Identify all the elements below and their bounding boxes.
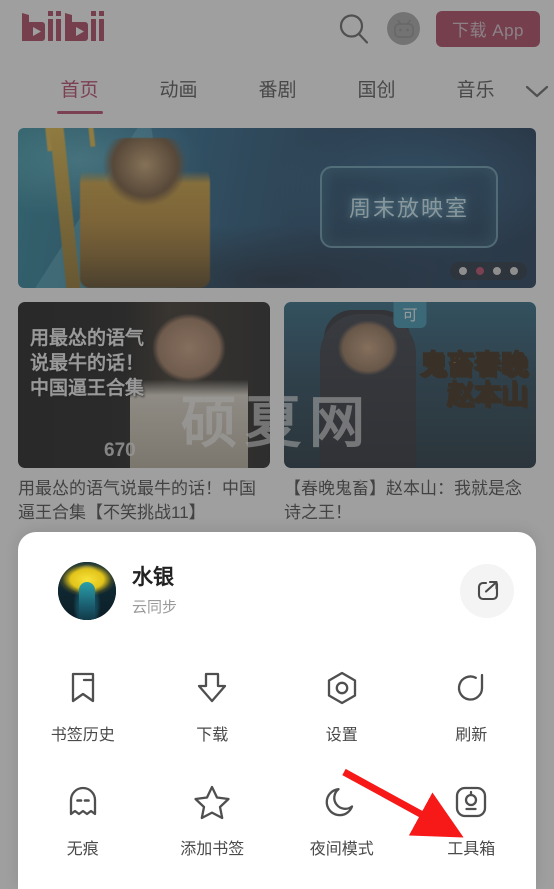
menu-item-label: 设置	[325, 727, 358, 744]
menu-item-label: 夜间模式	[309, 841, 374, 858]
refresh-icon	[452, 669, 490, 707]
menu-item-night-mode[interactable]: 夜间模式	[277, 764, 407, 878]
menu-item-incognito[interactable]: 无痕	[18, 764, 148, 878]
menu-item-add-bookmark[interactable]: 添加书签	[148, 764, 278, 878]
profile-row[interactable]: 水银 云同步	[18, 532, 536, 650]
avatar-image-figure	[79, 581, 95, 620]
menu-item-label: 添加书签	[180, 841, 245, 858]
menu-item-label: 工具箱	[447, 841, 496, 858]
menu-item-toolbox[interactable]: 工具箱	[407, 764, 537, 878]
menu-grid: 书签历史 下载 设置 刷新 无痕 添加书签 夜间模式 工具箱	[18, 650, 536, 878]
menu-item-label: 无痕	[66, 841, 99, 858]
menu-item-label: 书签历史	[50, 727, 115, 744]
bookmark-icon	[64, 669, 102, 707]
share-external-link-icon[interactable]	[460, 564, 514, 618]
menu-item-label: 下载	[196, 727, 229, 744]
browser-menu-sheet: 水银 云同步 书签历史 下载 设置 刷新 无痕 添加书签 夜间模式 工具箱	[18, 532, 536, 889]
profile-text: 水银 云同步	[132, 565, 460, 617]
profile-subtitle: 云同步	[132, 599, 178, 617]
star-icon	[193, 783, 231, 821]
avatar[interactable]	[58, 562, 116, 620]
menu-item-refresh[interactable]: 刷新	[407, 650, 537, 764]
menu-item-label: 刷新	[455, 727, 488, 744]
incognito-ghost-icon	[64, 783, 102, 821]
moon-icon	[323, 783, 361, 821]
menu-item-bookmarks-history[interactable]: 书签历史	[18, 650, 148, 764]
screen: 下载 App 首页 动画 番剧 国创 音乐 周末放映室	[0, 0, 554, 889]
menu-item-downloads[interactable]: 下载	[148, 650, 278, 764]
settings-hexagon-icon	[323, 669, 361, 707]
menu-item-settings[interactable]: 设置	[277, 650, 407, 764]
download-arrow-icon	[193, 669, 231, 707]
toolbox-icon	[452, 783, 490, 821]
profile-name: 水银	[132, 565, 174, 589]
